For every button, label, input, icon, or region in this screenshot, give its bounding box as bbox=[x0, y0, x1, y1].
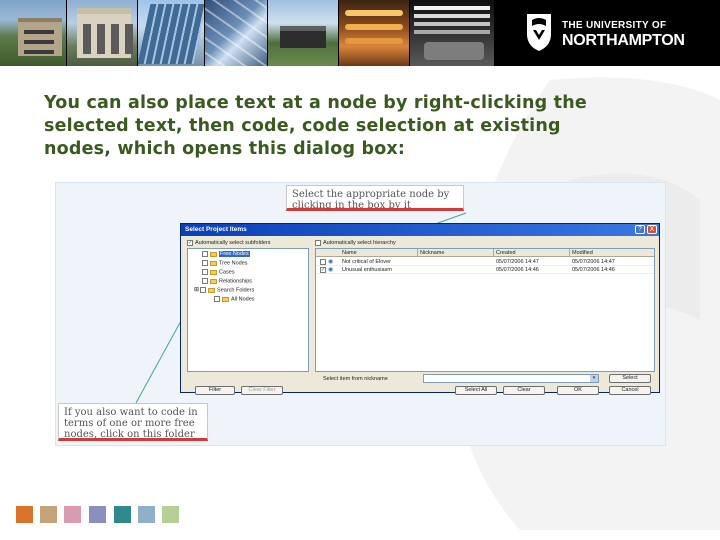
cell-created: 05/07/2006 14:46 bbox=[496, 267, 539, 273]
cell-modified: 05/07/2006 14:46 bbox=[572, 267, 615, 273]
color-square bbox=[162, 506, 179, 523]
checkbox-icon[interactable] bbox=[200, 287, 207, 293]
checkbox-icon[interactable] bbox=[214, 296, 220, 302]
tree-item-free-nodes[interactable]: Free Nodes bbox=[202, 251, 250, 258]
folder-icon bbox=[222, 296, 229, 302]
node-grid: Name Nickname Created Modified ◉ Not cri… bbox=[315, 248, 655, 372]
callout-select-node: Select the appropriate node by clicking … bbox=[286, 185, 464, 211]
select-all-button[interactable]: Select All bbox=[455, 386, 497, 395]
callout-top-line-1: Select the appropriate node by bbox=[292, 189, 450, 200]
clear-filter-button[interactable]: Clear Filter bbox=[241, 386, 283, 395]
slide-heading: You can also place text at a node by rig… bbox=[44, 92, 674, 161]
heading-line-2: selected text, then code, code selection… bbox=[44, 116, 561, 136]
column-header-name[interactable]: Name bbox=[340, 249, 418, 257]
callout-bottom-line-3: nodes, click on this folder bbox=[64, 429, 195, 440]
color-square bbox=[16, 506, 33, 523]
dialog-title: Select Project Items bbox=[185, 226, 247, 233]
campus-photo-4 bbox=[205, 0, 267, 66]
close-button[interactable]: X bbox=[647, 225, 657, 234]
ok-button[interactable]: OK bbox=[557, 386, 599, 395]
campus-photo-2 bbox=[67, 0, 137, 66]
campus-photo-5 bbox=[268, 0, 338, 66]
clear-button[interactable]: Clear bbox=[503, 386, 545, 395]
select-button[interactable]: Select bbox=[609, 374, 651, 383]
tree-item-relationships[interactable]: Relationships bbox=[202, 278, 252, 285]
table-row[interactable]: ◉ Not critical of Elover 05/07/2006 14:4… bbox=[316, 258, 654, 266]
cell-name: Not critical of Elover bbox=[342, 259, 391, 265]
cell-created: 05/07/2006 14:47 bbox=[496, 259, 539, 265]
auto-select-hierarchy-label: Automatically select hierarchy bbox=[323, 240, 396, 246]
tree-item-cases[interactable]: Cases bbox=[202, 269, 235, 276]
checkbox-icon[interactable] bbox=[202, 278, 208, 284]
folder-icon bbox=[210, 278, 217, 284]
select-project-items-dialog: Select Project Items ? X ✓ Automatically … bbox=[180, 223, 660, 395]
checkbox-icon[interactable] bbox=[202, 251, 208, 257]
campus-photo-6 bbox=[339, 0, 409, 66]
column-header-nickname[interactable]: Nickname bbox=[418, 249, 494, 257]
heading-line-1: You can also place text at a node by rig… bbox=[44, 93, 587, 113]
header-banner: THE UNIVERSITY OF NORTHAMPTON bbox=[0, 0, 720, 66]
checkbox-icon[interactable] bbox=[320, 258, 326, 265]
folder-tree: Free Nodes Tree Nodes Cases Relationship… bbox=[187, 248, 309, 372]
checkbox-icon[interactable] bbox=[202, 269, 208, 275]
folder-icon bbox=[210, 269, 217, 275]
logo-text-line1: THE UNIVERSITY OF bbox=[562, 20, 667, 31]
campus-photo-3 bbox=[138, 0, 204, 66]
nickname-select[interactable]: ▾ bbox=[423, 374, 599, 383]
callout-bottom-line-1: If you also want to code in bbox=[64, 407, 198, 418]
callout-bottom-line-2: terms of one or more free bbox=[64, 418, 195, 429]
dropdown-arrow-icon[interactable]: ▾ bbox=[590, 375, 598, 382]
auto-select-subfolders-label: Automatically select subfolders bbox=[195, 240, 271, 246]
color-square bbox=[89, 506, 106, 523]
northampton-shield-icon bbox=[527, 14, 551, 51]
campus-photo-7 bbox=[410, 0, 494, 66]
checkbox-checked-icon[interactable]: ✓ bbox=[320, 266, 326, 273]
auto-select-hierarchy-option[interactable]: Automatically select hierarchy bbox=[315, 239, 396, 247]
help-button[interactable]: ? bbox=[635, 225, 645, 234]
campus-photo-1 bbox=[0, 0, 66, 66]
checkbox-checked-icon[interactable]: ✓ bbox=[187, 239, 193, 246]
color-square bbox=[114, 506, 131, 523]
dialog-screenshot: Select the appropriate node by clicking … bbox=[55, 182, 666, 446]
table-row[interactable]: ✓ ◉ Unusual enthusiasm 05/07/2006 14:46 0… bbox=[316, 266, 654, 274]
folder-icon bbox=[210, 260, 217, 266]
callout-free-nodes-folder: If you also want to code in terms of one… bbox=[58, 403, 208, 441]
color-square bbox=[40, 506, 57, 523]
tree-item-tree-nodes[interactable]: Tree Nodes bbox=[202, 260, 248, 267]
expand-plus-icon[interactable]: ⊞ bbox=[194, 287, 199, 293]
tree-item-all-nodes[interactable]: All Nodes bbox=[214, 296, 255, 303]
auto-select-subfolders-option[interactable]: ✓ Automatically select subfolders bbox=[187, 239, 271, 247]
color-square bbox=[138, 506, 155, 523]
university-logo: THE UNIVERSITY OF NORTHAMPTON bbox=[494, 0, 720, 66]
node-icon: ◉ bbox=[328, 267, 334, 273]
logo-text-line2: NORTHAMPTON bbox=[562, 32, 685, 49]
folder-icon bbox=[208, 287, 216, 293]
color-square bbox=[64, 506, 81, 523]
filter-button[interactable]: Filter bbox=[195, 386, 235, 395]
select-item-label: Select item from nickname bbox=[323, 376, 388, 382]
column-header-created[interactable]: Created bbox=[494, 249, 570, 257]
dialog-titlebar: Select Project Items bbox=[181, 224, 659, 236]
checkbox-icon[interactable] bbox=[315, 239, 321, 246]
checkbox-icon[interactable] bbox=[202, 260, 208, 266]
column-header-modified[interactable]: Modified bbox=[570, 249, 654, 257]
cancel-button[interactable]: Cancel bbox=[609, 386, 651, 395]
cell-modified: 05/07/2006 14:47 bbox=[572, 259, 615, 265]
cell-name: Unusual enthusiasm bbox=[342, 267, 392, 273]
heading-line-3: nodes, which opens this dialog box: bbox=[44, 139, 406, 159]
tree-item-search-folders[interactable]: ⊞ Search Folders bbox=[194, 287, 254, 294]
grid-header: Name Nickname Created Modified bbox=[316, 249, 654, 257]
node-icon: ◉ bbox=[328, 259, 334, 265]
folder-icon bbox=[210, 251, 217, 257]
callout-top-line-2: clicking in the box by it bbox=[292, 200, 411, 211]
